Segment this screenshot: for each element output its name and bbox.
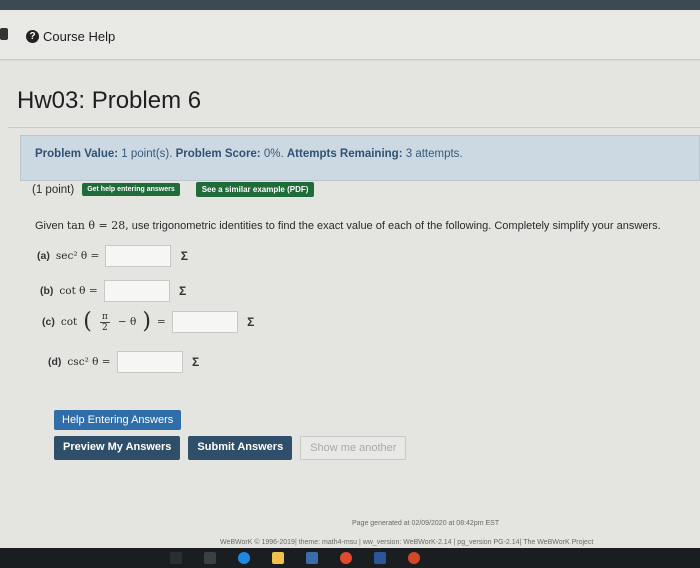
left-paren: ( (83, 309, 92, 334)
os-taskbar (0, 548, 700, 568)
sigma-icon[interactable]: Σ (244, 315, 258, 329)
given-math: tan θ = 28, (66, 219, 129, 232)
submit-answers-button[interactable]: Submit Answers (188, 436, 293, 460)
part-b-label: (b) (40, 285, 54, 297)
problem-value: 1 point(s). (121, 148, 173, 160)
problem-score-label: Problem Score: (175, 148, 261, 160)
similar-example-link[interactable]: See a similar example (PDF) (195, 182, 315, 197)
course-help-label: Course Help (43, 29, 116, 44)
part-c-label: (c) (42, 316, 55, 328)
problem-header: (1 point) Get help entering answers See … (32, 182, 315, 197)
part-b: (b) cot θ = Σ (40, 280, 190, 302)
help-entering-answers-button[interactable]: Help Entering Answers (54, 410, 182, 430)
word-icon[interactable] (374, 552, 386, 564)
attempts-remaining: 3 attempts. (405, 148, 463, 160)
fraction-denominator: 2 (101, 322, 108, 333)
store-icon[interactable] (306, 552, 318, 564)
question-icon: ? (26, 30, 39, 43)
task-view-icon[interactable] (204, 552, 216, 564)
problem-value-label: Problem Value: (35, 148, 119, 160)
help-entering-answers-link[interactable]: Get help entering answers (82, 183, 180, 196)
part-c-minus-theta: − θ (117, 316, 137, 328)
top-nav: ? Course Help (0, 10, 700, 60)
problem-info-bar: Problem Value: 1 point(s). Problem Score… (20, 135, 700, 181)
edge-browser-icon[interactable] (238, 552, 250, 564)
part-a-label: (a) (37, 250, 50, 262)
answer-input-d[interactable] (116, 351, 183, 373)
divider (8, 127, 700, 128)
part-c-equals: = (156, 316, 166, 328)
problem-statement: Given tan θ = 28, use trigonometric iden… (35, 219, 695, 232)
part-a: (a) sec² θ = Σ (37, 245, 191, 267)
action-buttons: Preview My Answers Submit Answers Show m… (54, 436, 407, 460)
part-a-expr: sec² θ = (55, 250, 100, 262)
fraction-numerator: π (101, 311, 108, 322)
pi-over-two: π 2 (99, 311, 110, 333)
footer-credits: WeBWorK © 1996-2019| theme: math4-msu | … (220, 539, 594, 546)
part-d-expr: csc² θ = (67, 356, 111, 368)
problem-score: 0%. (263, 148, 284, 160)
answer-input-c[interactable] (171, 311, 238, 333)
search-icon[interactable] (170, 552, 182, 564)
part-d: (d) csc² θ = Σ (48, 351, 203, 373)
part-b-expr: cot θ = (59, 285, 98, 297)
course-help-link[interactable]: ? Course Help (26, 29, 115, 44)
given-text: use trigonometric identities to find the… (131, 220, 661, 232)
browser-top-bar (0, 0, 700, 10)
right-paren: ) (142, 309, 151, 334)
chrome-icon[interactable] (340, 552, 352, 564)
page-generated-text: Page generated at 02/09/2020 at 08:42pm … (352, 520, 500, 527)
page-title: Hw03: Problem 6 (17, 87, 202, 114)
answer-input-a[interactable] (105, 245, 172, 267)
answer-input-b[interactable] (103, 280, 170, 302)
attempts-label: Attempts Remaining: (286, 148, 403, 160)
part-c-cot: cot (60, 316, 78, 328)
given-prefix: Given (35, 220, 64, 232)
sigma-icon[interactable]: Σ (189, 355, 203, 369)
sigma-icon[interactable]: Σ (177, 249, 191, 263)
file-explorer-icon[interactable] (272, 552, 284, 564)
part-c: (c) cot ( π 2 − θ ) = Σ (42, 311, 258, 333)
problem-points: (1 point) (32, 183, 75, 196)
show-another-button[interactable]: Show me another (300, 436, 407, 460)
powerpoint-icon[interactable] (408, 552, 420, 564)
main-content: Hw03: Problem 6 Problem Value: 1 point(s… (0, 61, 700, 568)
preview-answers-button[interactable]: Preview My Answers (54, 436, 181, 460)
part-d-label: (d) (48, 356, 62, 368)
sigma-icon[interactable]: Σ (176, 284, 190, 298)
nav-edge-marker (0, 28, 8, 40)
